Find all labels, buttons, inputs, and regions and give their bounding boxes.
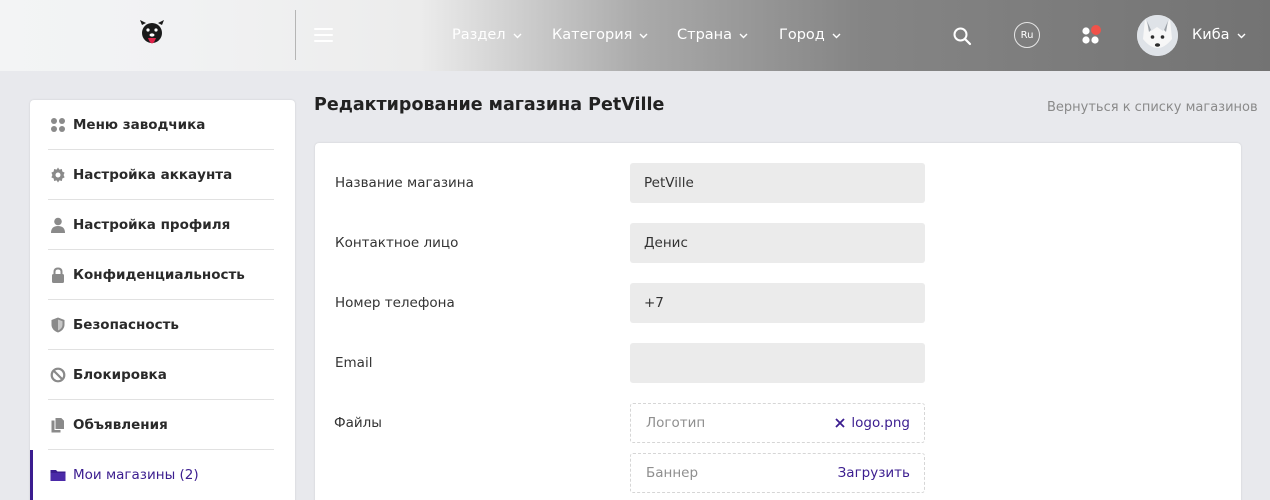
contact-person-label: Контактное лицо [335, 235, 459, 251]
header-divider [295, 10, 296, 60]
shop-name-input[interactable] [630, 163, 925, 203]
gear-icon [50, 167, 66, 183]
documents-icon [50, 416, 66, 433]
avatar[interactable] [1137, 15, 1178, 56]
active-indicator [30, 450, 33, 500]
contact-person-input[interactable] [630, 223, 925, 263]
user-name: Киба [1192, 27, 1230, 43]
close-icon [835, 418, 846, 428]
sidebar-item-profile-settings[interactable]: Настройка профиля [48, 200, 274, 250]
sidebar-item-label: Мои магазины (2) [73, 467, 199, 483]
nav-section[interactable]: Раздел [452, 25, 523, 45]
sidebar-item-label: Безопасность [73, 316, 179, 333]
nav-city[interactable]: Город [779, 25, 842, 45]
ban-icon [50, 367, 66, 383]
chevron-down-icon [1237, 33, 1246, 38]
notifications-icon[interactable] [1080, 24, 1104, 46]
remove-logo-button[interactable]: logo.png [835, 415, 910, 431]
hamburger-menu-icon[interactable] [314, 27, 334, 43]
nav-country-label: Страна [677, 27, 733, 43]
search-icon[interactable] [952, 26, 972, 46]
sidebar-item-ads[interactable]: Объявления [48, 400, 274, 450]
sidebar-item-my-shops[interactable]: Мои магазины (2) [48, 450, 274, 500]
nav-category[interactable]: Категория [552, 25, 649, 45]
logo-upload[interactable]: Логотип logo.png [630, 403, 925, 443]
sidebar-item-privacy[interactable]: Конфиденциальность [48, 250, 274, 300]
sidebar: Меню заводчика Настройка аккаунта Настро… [30, 100, 295, 500]
nav-country[interactable]: Страна [677, 25, 749, 45]
sidebar-item-breeder-menu[interactable]: Меню заводчика [48, 100, 274, 150]
nav-category-label: Категория [552, 27, 633, 43]
sidebar-item-account-settings[interactable]: Настройка аккаунта [48, 150, 274, 200]
email-label: Email [335, 355, 373, 371]
sidebar-item-label: Настройка профиля [73, 216, 231, 233]
email-input[interactable] [630, 343, 925, 383]
dog-logo-icon[interactable] [137, 19, 167, 51]
page-title: Редактирование магазина PetVille [314, 95, 665, 115]
chevron-down-icon [513, 33, 522, 38]
sidebar-item-label: Настройка аккаунта [73, 166, 233, 183]
language-switcher[interactable]: Ru [1014, 22, 1040, 48]
phone-label: Номер телефона [335, 295, 455, 311]
phone-input[interactable] [630, 283, 925, 323]
sidebar-item-label: Конфиденциальность [73, 266, 245, 283]
nav-city-label: Город [779, 27, 825, 43]
shop-name-label: Название магазина [335, 175, 474, 191]
shield-icon [50, 317, 66, 333]
files-label: Файлы [334, 415, 382, 431]
upload-banner-button[interactable]: Загрузить [838, 465, 910, 481]
back-to-shops-link[interactable]: Вернуться к списку магазинов [1047, 100, 1258, 115]
user-icon [50, 217, 66, 233]
folder-icon [50, 467, 66, 483]
chevron-down-icon [832, 33, 841, 38]
chevron-down-icon [639, 33, 648, 38]
logo-filename: logo.png [851, 415, 910, 431]
logo-placeholder: Логотип [646, 415, 706, 431]
sidebar-item-label: Меню заводчика [73, 116, 206, 133]
banner-upload[interactable]: Баннер Загрузить [630, 453, 925, 493]
sidebar-item-blocking[interactable]: Блокировка [48, 350, 274, 400]
sidebar-item-label: Блокировка [73, 366, 167, 383]
grid-icon [50, 117, 66, 133]
lock-icon [50, 266, 66, 283]
chevron-down-icon [739, 33, 748, 38]
user-menu[interactable]: Киба [1192, 25, 1247, 45]
sidebar-item-security[interactable]: Безопасность [48, 300, 274, 350]
top-header: Раздел Категория Страна Город Ru Киба [0, 0, 1270, 71]
banner-placeholder: Баннер [646, 465, 699, 481]
nav-section-label: Раздел [452, 27, 506, 43]
sidebar-item-label: Объявления [73, 416, 168, 433]
